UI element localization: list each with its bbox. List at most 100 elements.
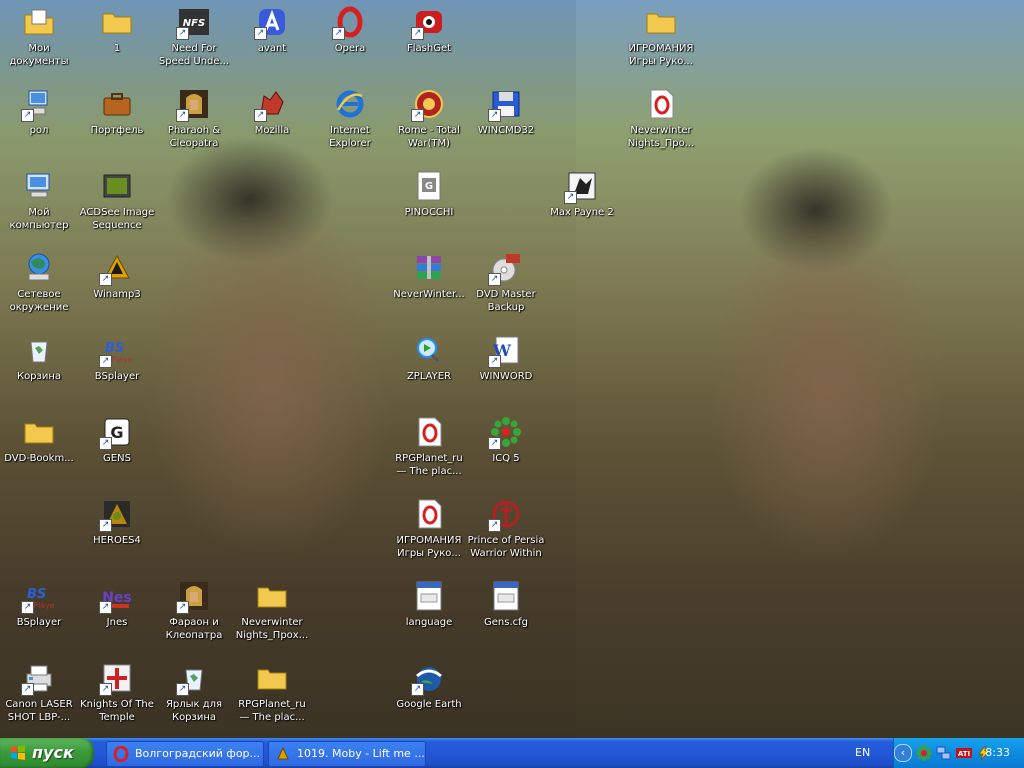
desktop-icon[interactable]: ↗ рол — [0, 86, 78, 166]
desktop-icon[interactable]: Корзина — [0, 332, 78, 412]
avant-icon: ↗ — [254, 6, 288, 40]
desktop-icon-label: DVD Master Backup — [476, 289, 536, 313]
desktop-icon[interactable]: Nes ↗ Jnes — [78, 578, 156, 658]
icq-tray-icon[interactable] — [916, 745, 932, 761]
desktop-icon[interactable]: ↗ Pharaoh & Cleopatra — [155, 86, 233, 166]
network-icon — [23, 252, 55, 284]
desktop-icon[interactable]: Neverwinter Nights_Про... — [622, 86, 700, 166]
desktop-icon[interactable]: NFS ↗ Need For Speed Unde... — [155, 4, 233, 84]
desktop-icon[interactable]: ↗ Opera — [311, 4, 389, 84]
shortcut-arrow-icon: ↗ — [99, 601, 112, 614]
desktop-icon[interactable]: ↗ Rome - Total War(TM) — [390, 86, 468, 166]
desktop-icon-label: Ярлык для Корзина — [165, 699, 223, 723]
mozilla-icon: ↗ — [254, 88, 288, 122]
svg-text:Player: Player — [111, 355, 133, 364]
system-tray: ‹ ATI 8:33 — [893, 738, 1024, 768]
desktop-icon[interactable]: BSPlayer↗ BSplayer — [0, 578, 78, 658]
desktop-icon-label: Сетевое окружение — [9, 289, 69, 313]
desktop-icon-label: Google Earth — [396, 699, 462, 710]
tray-collapse-button[interactable]: ‹ — [894, 744, 912, 762]
desktop-icon[interactable]: ↗ Prince of Persia Warrior Within — [467, 496, 545, 576]
desktop-icon[interactable]: ↗ FlashGet — [390, 4, 468, 84]
ini-file-icon — [490, 580, 522, 612]
folder-icon — [256, 580, 288, 612]
desktop-icon[interactable]: ↗ Ярлык для Корзина — [155, 660, 233, 738]
language-indicator[interactable]: EN — [855, 746, 870, 759]
desktop-icon[interactable]: ↗ Winamp3 — [78, 250, 156, 330]
ati-tray-icon[interactable]: ATI — [956, 745, 972, 761]
desktop-icon-label: Jnes — [106, 617, 128, 628]
desktop-icon[interactable]: G ↗ GENS — [78, 414, 156, 494]
shortcut-arrow-icon: ↗ — [488, 109, 501, 122]
desktop-icon-label: Neverwinter Nights_Про... — [627, 125, 695, 149]
desktop-icon-label: Max Payne 2 — [550, 207, 614, 218]
desktop-icon[interactable]: RPGPlanet_ru — The plac... — [390, 414, 468, 494]
shortcut-arrow-icon: ↗ — [99, 683, 112, 696]
desktop-icon-label: ACDSee Image Sequence — [79, 207, 155, 231]
desktop-icon[interactable]: ↗ DVD Master Backup — [467, 250, 545, 330]
desktop-icon[interactable]: G PINOCCHI — [390, 168, 468, 248]
desktop-icon[interactable]: ↗ Фараон и Клеопатра — [155, 578, 233, 658]
desktop-icon[interactable]: ZPLAYER — [390, 332, 468, 412]
desktop-icon[interactable]: ↗ Max Payne 2 — [543, 168, 621, 248]
shortcut-arrow-icon: ↗ — [176, 27, 189, 40]
printer-icon: ↗ — [21, 662, 55, 696]
desktop-icon[interactable]: Сетевое окружение — [0, 250, 78, 330]
desktop-icon[interactable]: ИГРОМАНИЯ Игры Руко... — [622, 4, 700, 84]
shortcut-arrow-icon: ↗ — [488, 519, 501, 532]
folder-icon — [645, 6, 677, 38]
desktop-icon[interactable]: DVD-Bookm... — [0, 414, 78, 494]
folder-icon — [101, 6, 133, 38]
desktop-icon[interactable]: ↗ Canon LASER SHOT LBP-... — [0, 660, 78, 738]
shortcut-arrow-icon: ↗ — [21, 109, 34, 122]
svg-text:BS: BS — [27, 587, 46, 602]
desktop-icon[interactable]: ИГРОМАНИЯ Игры Руко... — [390, 496, 468, 576]
desktop-icon[interactable]: ↗ HEROES4 — [78, 496, 156, 576]
desktop-icon[interactable]: Портфель — [78, 86, 156, 166]
start-button[interactable]: пуск — [0, 738, 94, 768]
desktop-icon[interactable]: language — [390, 578, 468, 658]
desktop-icon[interactable]: Gens.cfg — [467, 578, 545, 658]
desktop-icon[interactable]: ↗ Mozilla — [233, 86, 311, 166]
desktop-icon[interactable]: Мои документы — [0, 4, 78, 84]
desktop-icon[interactable]: BSPlayer↗ BSplayer — [78, 332, 156, 412]
desktop-icon[interactable]: Internet Explorer — [311, 86, 389, 166]
desktop-icon[interactable]: ↗ WINCMD32 — [467, 86, 545, 166]
folder-icon — [256, 662, 288, 694]
desktop-icon[interactable]: W ↗ WINWORD — [467, 332, 545, 412]
desktop-icon-label: BSplayer — [94, 371, 140, 382]
desktop-icon[interactable]: ↗ Google Earth — [390, 660, 468, 738]
recycle-icon: ↗ — [176, 662, 210, 696]
desktop-icon[interactable]: ↗ Knights Of The Temple — [78, 660, 156, 738]
wincmd-icon: ↗ — [488, 88, 522, 122]
ie-icon — [334, 88, 366, 120]
desktop-icon[interactable]: ↗ ICQ 5 — [467, 414, 545, 494]
shortcut-arrow-icon: ↗ — [176, 109, 189, 122]
gens-icon: G ↗ — [99, 416, 133, 450]
desktop-icon-label: ИГРОМАНИЯ Игры Руко... — [628, 43, 694, 67]
shortcut-arrow-icon: ↗ — [488, 437, 501, 450]
dvd-icon: ↗ — [488, 252, 522, 286]
pharaoh-icon: ↗ — [176, 580, 210, 614]
opera-doc-icon — [413, 416, 445, 448]
desktop-icon[interactable]: Neverwinter Nights_Прох... — [233, 578, 311, 658]
desktop-icon[interactable]: RPGPlanet_ru — The plac... — [233, 660, 311, 738]
desktop-icon[interactable]: Мой компьютер — [0, 168, 78, 248]
desktop-icon[interactable]: NeverWinter... — [390, 250, 468, 330]
desktop-icon-label: Need For Speed Unde... — [158, 43, 230, 67]
my-documents-icon — [23, 6, 55, 38]
shortcut-arrow-icon: ↗ — [21, 601, 34, 614]
taskbar-button-opera[interactable]: Волгоградский фор... — [106, 741, 264, 767]
desktop-icon-label: HEROES4 — [93, 535, 141, 546]
network-tray-icon[interactable] — [936, 745, 952, 761]
desktop-icon-label: 1 — [113, 43, 121, 54]
start-label: пуск — [32, 743, 74, 762]
desktop-icon[interactable]: 1 — [78, 4, 156, 84]
desktop-icon[interactable]: ACDSee Image Sequence — [78, 168, 156, 248]
shortcut-arrow-icon: ↗ — [254, 109, 267, 122]
winrar-icon — [413, 252, 445, 284]
taskbar-button-winamp[interactable]: 1019. Moby - Lift me ... — [268, 741, 426, 767]
desktop-icon-label: DVD-Bookm... — [4, 453, 74, 464]
desktop-icon-label: Prince of Persia Warrior Within — [467, 535, 545, 559]
desktop-icon[interactable]: ↗ avant — [233, 4, 311, 84]
